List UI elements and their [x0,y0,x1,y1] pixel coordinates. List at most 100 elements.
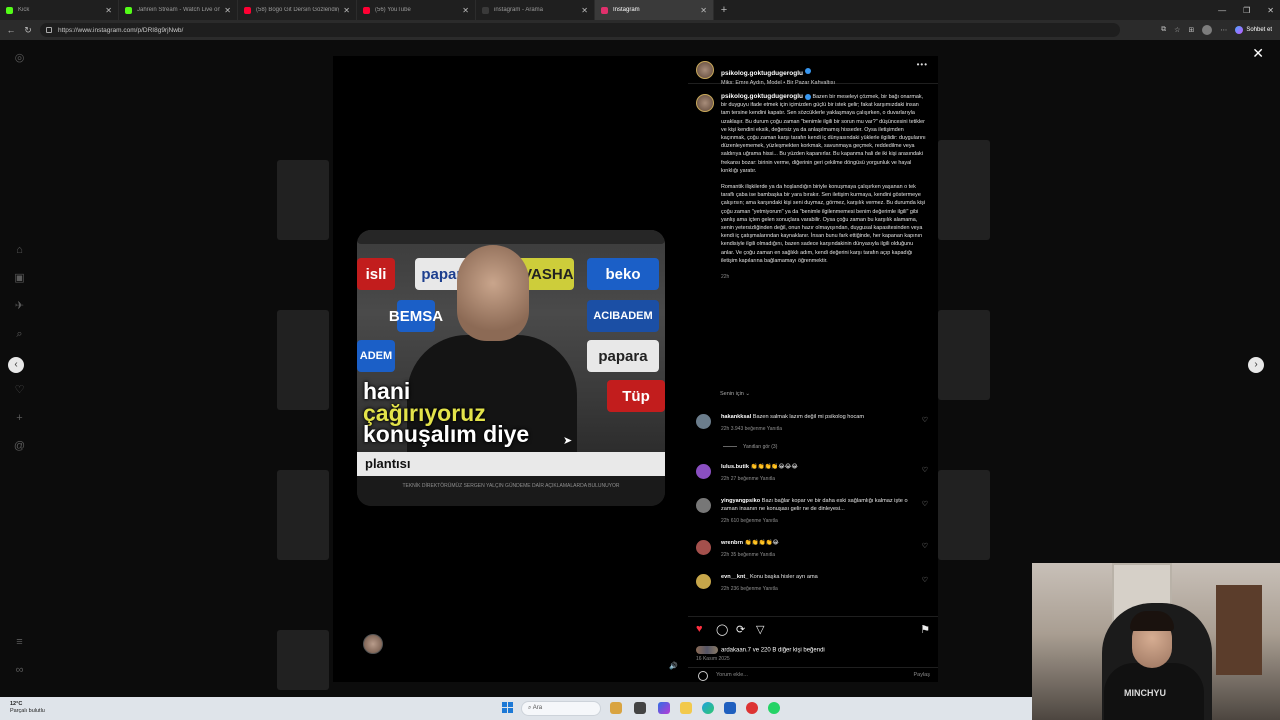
browser-tab[interactable]: Instagram ✕ [595,0,714,20]
tab-close-icon[interactable]: ✕ [224,6,231,15]
weather-widget[interactable]: 12°C Parçalı bulutlu [10,701,45,715]
repost-icon[interactable]: ⟳ [736,623,745,636]
reels-icon[interactable]: ▣ [13,272,26,285]
taskbar-search[interactable]: ⌕ Ara [521,701,601,716]
bookmark-icon[interactable]: ⚑ [920,623,930,636]
share-icon[interactable]: ▽ [756,623,764,636]
close-window-button[interactable]: ✕ [1267,6,1274,15]
view-replies-button[interactable]: Yanıtları gör (3) [723,444,777,450]
post-media-viewer: isli papara AVASHA beko BEMSA ACIBADEM A… [333,56,688,682]
comments-scroll-area[interactable]: psikolog.goktugdugeroglu Bazen bir mesel… [688,86,938,606]
like-summary[interactable]: ardakaan.7 ve 220 B diğer kişi beğendi [696,646,825,654]
collections-icon[interactable]: ⊞ [1188,26,1194,34]
copilot-taskbar-icon[interactable] [658,702,670,714]
commenter-username[interactable]: hakankksal [721,414,751,420]
profile-avatar[interactable] [1202,25,1213,35]
comment-like-heart-icon[interactable]: ♡ [922,416,928,424]
widgets-icon[interactable] [610,702,622,714]
comment-like-heart-icon[interactable]: ♡ [922,542,928,550]
extensions-icon[interactable]: ⧉ [1161,26,1166,34]
commenter-username[interactable]: lulus.butik [721,464,749,470]
file-explorer-icon[interactable] [680,702,692,714]
windows-taskbar: 12°C Parçalı bulutlu ⌕ Ara [0,697,1032,720]
more-icon[interactable]: ••• [917,60,928,69]
tab-close-icon[interactable]: ✕ [105,6,112,15]
heart-icon[interactable]: ♥ [696,623,703,635]
author-info: psikolog.goktugdugeroglu Miks: Emre Aydı… [721,62,835,86]
commenter-avatar[interactable] [696,498,711,513]
reel-video[interactable]: isli papara AVASHA beko BEMSA ACIBADEM A… [357,230,665,506]
store-icon[interactable] [724,702,736,714]
window-controls: — ❐ ✕ [1218,0,1274,20]
comment-sort-dropdown[interactable]: Senin için ⌄ [720,391,750,397]
browser-tab[interactable]: (56) YouTube ✕ [357,0,476,20]
caption-author-avatar[interactable] [696,94,714,112]
tab-close-icon[interactable]: ✕ [700,6,707,15]
more-menu-icon[interactable]: ≡ [13,636,26,649]
post-date: 16 Kasım 2025 [696,656,730,662]
audio-avatar[interactable] [363,634,383,654]
url-field[interactable]: https://www.instagram.com/p/DRI8g9rjNwb/ [40,23,1120,37]
create-icon[interactable]: + [13,412,26,425]
commenter-avatar[interactable] [696,414,711,429]
comment-icon[interactable]: ◯ [716,623,728,636]
tab-close-icon[interactable]: ✕ [462,6,469,15]
threads-icon[interactable]: @ [13,440,26,453]
sponsor-logo: ADEM [357,340,395,372]
maximize-button[interactable]: ❐ [1243,6,1250,15]
commenter-username[interactable]: wrenbrn [721,540,743,546]
commenter-username[interactable]: yingyangpsiko [721,498,760,504]
comment-like-heart-icon[interactable]: ♡ [922,500,928,508]
commenter-avatar[interactable] [696,464,711,479]
instagram-logo-icon[interactable]: ◎ [13,52,26,65]
app-icon[interactable] [746,702,758,714]
reload-button[interactable]: ↻ [22,25,34,36]
browser-tab[interactable]: instagram - Arama ✕ [476,0,595,20]
webcam-overlay: MINCHYU [1032,563,1280,720]
author-avatar[interactable] [696,61,714,79]
start-button[interactable] [502,702,514,714]
comment-body: Konu başka hisler ayrı ama [749,574,818,580]
comment-like-heart-icon[interactable]: ♡ [922,466,928,474]
tab-close-icon[interactable]: ✕ [581,6,588,15]
back-button[interactable]: ← [5,25,17,35]
favorite-star-icon[interactable]: ☆ [1174,26,1180,34]
volume-icon[interactable]: 🔊 [669,662,678,670]
notifications-heart-icon[interactable]: ♡ [13,384,26,397]
browser-tab[interactable]: Kick ✕ [0,0,119,20]
task-view-icon[interactable] [634,702,646,714]
chevron-left-icon[interactable]: ‹ [8,357,24,373]
minimize-button[interactable]: — [1218,6,1226,15]
tab-close-icon[interactable]: ✕ [343,6,350,15]
comment-input[interactable]: Yorum ekle... [716,672,748,678]
close-icon[interactable]: ✕ [1252,45,1264,62]
liker-avatars [696,646,718,654]
share-comment-button[interactable]: Paylaş [913,672,930,678]
whatsapp-icon[interactable] [768,702,780,714]
commenter-avatar[interactable] [696,574,711,589]
browser-tab[interactable]: (58) Bogo Git Dersin Gözlendirgese ✕ [238,0,357,20]
comment-meta: 22h 610 beğenme Yanıtla [721,518,778,524]
copilot-chat-button[interactable]: Sohbet et [1235,26,1272,34]
browser-tab[interactable]: Jahrein Stream - Watch Live on K ✕ [119,0,238,20]
messages-icon[interactable]: ✈ [13,300,26,313]
commenter-avatar[interactable] [696,540,711,555]
comment-like-heart-icon[interactable]: ♡ [922,576,928,584]
edge-icon[interactable] [702,702,714,714]
menu-icon[interactable]: ⋯ [1220,26,1227,34]
meta-icon[interactable]: ∞ [13,664,26,677]
chevron-right-icon[interactable]: › [1248,357,1264,373]
url-text: https://www.instagram.com/p/DRI8g9rjNwb/ [58,26,184,34]
weather-temperature: 12°C [10,701,23,707]
commenter-username[interactable]: evn__knt_ [721,574,748,580]
caption-username[interactable]: psikolog.goktugdugeroglu [721,93,803,100]
home-icon[interactable]: ⌂ [13,244,26,257]
new-tab-button[interactable]: + [714,4,734,16]
background-tile [277,310,329,410]
emoji-icon[interactable] [698,671,708,681]
author-username[interactable]: psikolog.goktugdugeroglu [721,70,803,77]
copilot-chat-label: Sohbet et [1246,27,1272,33]
search-icon[interactable]: ⌕ [13,328,26,341]
copilot-icon [1235,26,1244,34]
video-caption-line1: hani [363,378,411,404]
